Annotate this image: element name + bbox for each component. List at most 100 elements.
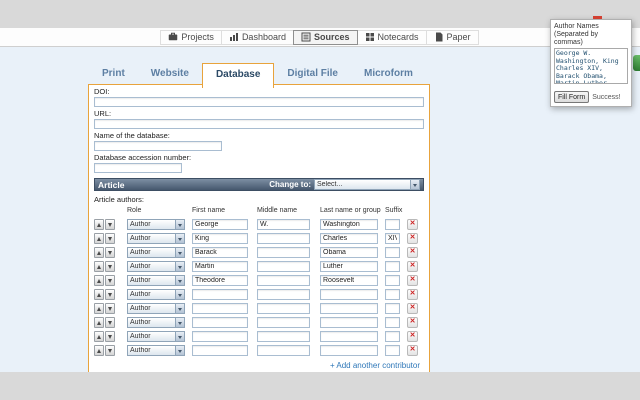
move-up-button[interactable]	[94, 289, 104, 300]
role-select[interactable]: Author	[127, 261, 185, 272]
last-name-input[interactable]	[320, 233, 378, 244]
suffix-input[interactable]	[385, 233, 400, 244]
delete-row-button[interactable]	[407, 289, 418, 300]
move-down-button[interactable]	[105, 331, 115, 342]
delete-row-button[interactable]	[407, 233, 418, 244]
suffix-input[interactable]	[385, 331, 400, 342]
tab-print[interactable]: Print	[89, 63, 138, 88]
suffix-input[interactable]	[385, 345, 400, 356]
role-select[interactable]: Author	[127, 303, 185, 314]
arrow-down-icon	[108, 293, 112, 297]
tab-digital-file[interactable]: Digital File	[274, 63, 351, 88]
middle-name-input[interactable]	[257, 219, 310, 230]
first-name-input[interactable]	[192, 219, 248, 230]
suffix-input[interactable]	[385, 275, 400, 286]
move-down-button[interactable]	[105, 317, 115, 328]
last-name-input[interactable]	[320, 219, 378, 230]
move-up-button[interactable]	[94, 261, 104, 272]
middle-name-input[interactable]	[257, 317, 310, 328]
first-name-input[interactable]	[192, 345, 248, 356]
move-down-button[interactable]	[105, 219, 115, 230]
database-name-input[interactable]	[94, 141, 222, 151]
delete-row-button[interactable]	[407, 317, 418, 328]
first-name-input[interactable]	[192, 233, 248, 244]
move-down-button[interactable]	[105, 261, 115, 272]
delete-row-button[interactable]	[407, 219, 418, 230]
move-down-button[interactable]	[105, 247, 115, 258]
fill-form-button[interactable]: Fill Form	[554, 91, 589, 103]
doi-input[interactable]	[94, 97, 424, 107]
role-select[interactable]: Author	[127, 289, 185, 300]
first-name-input[interactable]	[192, 247, 248, 258]
move-up-button[interactable]	[94, 317, 104, 328]
move-down-button[interactable]	[105, 303, 115, 314]
middle-name-input[interactable]	[257, 303, 310, 314]
last-name-input[interactable]	[320, 317, 378, 328]
role-select[interactable]: Author	[127, 219, 185, 230]
last-name-input[interactable]	[320, 331, 378, 342]
move-up-button[interactable]	[94, 303, 104, 314]
middle-name-input[interactable]	[257, 345, 310, 356]
authors-list: Author Author Author	[94, 218, 424, 356]
nav-item-sources[interactable]: Sources	[293, 30, 358, 45]
add-contributor-link[interactable]: + Add another contributor	[94, 361, 424, 370]
delete-row-button[interactable]	[407, 275, 418, 286]
last-name-input[interactable]	[320, 275, 378, 286]
first-name-input[interactable]	[192, 331, 248, 342]
tab-website[interactable]: Website	[138, 63, 202, 88]
role-select[interactable]: Author	[127, 331, 185, 342]
suffix-input[interactable]	[385, 289, 400, 300]
move-down-button[interactable]	[105, 275, 115, 286]
suffix-input[interactable]	[385, 317, 400, 328]
delete-row-button[interactable]	[407, 303, 418, 314]
move-down-button[interactable]	[105, 345, 115, 356]
move-up-button[interactable]	[94, 275, 104, 286]
last-name-input[interactable]	[320, 289, 378, 300]
change-to-select[interactable]: Select...	[314, 179, 420, 190]
move-up-button[interactable]	[94, 219, 104, 230]
middle-name-input[interactable]	[257, 247, 310, 258]
delete-row-button[interactable]	[407, 261, 418, 272]
middle-name-input[interactable]	[257, 275, 310, 286]
middle-name-input[interactable]	[257, 233, 310, 244]
first-name-input[interactable]	[192, 317, 248, 328]
suffix-input[interactable]	[385, 303, 400, 314]
first-name-input[interactable]	[192, 303, 248, 314]
middle-name-input[interactable]	[257, 261, 310, 272]
first-name-input[interactable]	[192, 275, 248, 286]
url-input[interactable]	[94, 119, 424, 129]
last-name-input[interactable]	[320, 303, 378, 314]
delete-row-button[interactable]	[407, 345, 418, 356]
author-names-textarea[interactable]: George W. Washington, King Charles XIV, …	[554, 48, 628, 84]
move-up-button[interactable]	[94, 331, 104, 342]
suffix-input[interactable]	[385, 219, 400, 230]
last-name-input[interactable]	[320, 261, 378, 272]
nav-item-projects[interactable]: Projects	[160, 30, 222, 45]
move-up-button[interactable]	[94, 247, 104, 258]
nav-item-paper[interactable]: Paper	[426, 30, 479, 45]
middle-name-input[interactable]	[257, 289, 310, 300]
move-down-button[interactable]	[105, 233, 115, 244]
first-name-input[interactable]	[192, 261, 248, 272]
last-name-input[interactable]	[320, 247, 378, 258]
first-name-input[interactable]	[192, 289, 248, 300]
delete-row-button[interactable]	[407, 331, 418, 342]
move-down-button[interactable]	[105, 289, 115, 300]
role-select[interactable]: Author	[127, 233, 185, 244]
tab-microform[interactable]: Microform	[351, 63, 426, 88]
last-name-input[interactable]	[320, 345, 378, 356]
role-select[interactable]: Author	[127, 247, 185, 258]
nav-item-notecards[interactable]: Notecards	[357, 30, 427, 45]
role-select[interactable]: Author	[127, 345, 185, 356]
accession-number-input[interactable]	[94, 163, 182, 173]
role-select[interactable]: Author	[127, 275, 185, 286]
role-select[interactable]: Author	[127, 317, 185, 328]
suffix-input[interactable]	[385, 247, 400, 258]
delete-row-button[interactable]	[407, 247, 418, 258]
move-up-button[interactable]	[94, 345, 104, 356]
nav-item-dashboard[interactable]: Dashboard	[221, 30, 294, 45]
middle-name-input[interactable]	[257, 331, 310, 342]
tab-database[interactable]: Database	[202, 63, 274, 88]
suffix-input[interactable]	[385, 261, 400, 272]
move-up-button[interactable]	[94, 233, 104, 244]
